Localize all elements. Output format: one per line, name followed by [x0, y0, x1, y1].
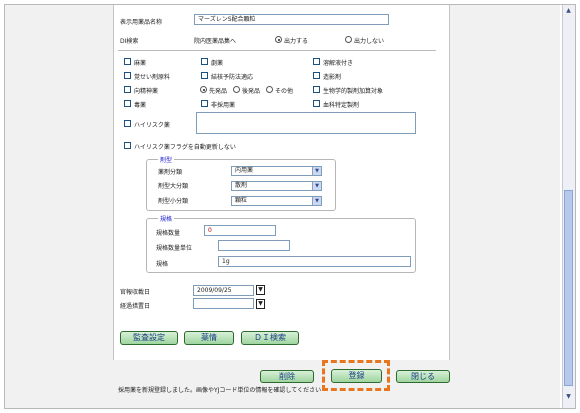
- calendar-dropdown-icon[interactable]: ▼: [256, 299, 265, 309]
- audit-settings-button[interactable]: 監査設定: [120, 331, 178, 345]
- contrast-label: 造影剤: [323, 74, 342, 81]
- dosage-class-value: 内用薬: [235, 167, 254, 174]
- spec-unit-input[interactable]: [218, 240, 290, 251]
- display-name-label: 表示用薬品名称: [120, 19, 163, 26]
- scrollbar-thumb[interactable]: [564, 190, 573, 386]
- spec-unit-label: 規格数量単位: [156, 245, 193, 252]
- dosage-major-select[interactable]: 散剤 ▼: [231, 181, 322, 191]
- poison-label: 毒薬: [134, 102, 147, 109]
- di-search-label: DI検索: [120, 38, 139, 45]
- dosage-major-value: 散剤: [235, 182, 248, 189]
- chevron-down-icon: ▼: [312, 197, 321, 205]
- checkbox-poison[interactable]: [124, 100, 131, 107]
- dosage-minor-value: 顆粒: [235, 197, 248, 204]
- checkbox-bio[interactable]: [313, 86, 320, 93]
- calendar-dropdown-icon[interactable]: ▼: [256, 285, 265, 295]
- checkbox-contrast[interactable]: [313, 72, 320, 79]
- dosage-legend: 剤型: [158, 155, 175, 164]
- auto-flag-label: ハイリスク薬フラグを自動更新しない: [134, 144, 236, 151]
- powerful-label: 劇薬: [211, 60, 224, 67]
- checkbox-stimulant[interactable]: [124, 72, 131, 79]
- checkbox-external[interactable]: [201, 100, 208, 107]
- high-risk-label: ハイリスク薬: [134, 122, 170, 129]
- drug-info-button[interactable]: 薬情: [184, 331, 234, 345]
- dissolve-label: 溶解液付き: [323, 60, 354, 67]
- external-label: 非採用薬: [211, 102, 236, 109]
- delete-button[interactable]: 削除: [260, 370, 314, 383]
- chevron-down-icon: ▼: [312, 182, 321, 190]
- spec-qty-label: 規格数量: [156, 230, 181, 237]
- display-name-input[interactable]: マーズレンS配合顆粒: [194, 14, 389, 25]
- stimulant-label: 覚せい剤原料: [134, 74, 171, 81]
- register-highlight-frame: [322, 360, 390, 391]
- radio-output-label: 出力する: [284, 38, 309, 45]
- dosage-minor-label: 剤型小分類: [158, 198, 189, 205]
- radio-no-output-label: 出力しない: [354, 38, 385, 45]
- checkbox-mark[interactable]: [201, 72, 208, 79]
- scroll-down-icon[interactable]: ▼: [563, 392, 574, 402]
- high-risk-note-area[interactable]: [196, 112, 416, 134]
- checkbox-auto-flag[interactable]: [124, 142, 131, 149]
- checkbox-narcotic[interactable]: [124, 58, 131, 65]
- checkbox-powerful[interactable]: [201, 58, 208, 65]
- narcotic-label: 麻薬: [134, 60, 147, 67]
- spec-input[interactable]: 1g: [218, 256, 411, 267]
- mark-label: 結核予防法適応: [211, 74, 254, 81]
- di-search-desc: 院内医薬品集へ: [194, 38, 237, 45]
- dosage-class-label: 薬剤分類: [158, 169, 183, 176]
- radio-output[interactable]: [275, 36, 282, 43]
- psychotropic-label: 向精神薬: [134, 88, 159, 95]
- dosage-class-select[interactable]: 内用薬 ▼: [231, 166, 322, 176]
- di-search-button[interactable]: ＤＩ検索: [241, 331, 299, 345]
- radio-first-label: 先発品: [209, 88, 228, 95]
- spec-label: 規格: [156, 261, 169, 268]
- dosage-major-label: 剤型大分類: [158, 183, 189, 190]
- price-date-input[interactable]: 2009/09/25: [193, 285, 254, 296]
- dosage-minor-select[interactable]: 顆粒 ▼: [231, 196, 322, 206]
- checkbox-dissolve[interactable]: [313, 58, 320, 65]
- radio-no-output[interactable]: [345, 36, 352, 43]
- chevron-down-icon: ▼: [312, 167, 321, 175]
- checkbox-high-risk[interactable]: [124, 120, 131, 127]
- close-button[interactable]: 閉じる: [396, 370, 450, 383]
- radio-other-label: その他: [275, 88, 294, 95]
- radio-first[interactable]: [200, 86, 207, 93]
- price-date-label: 官報収載日: [120, 289, 151, 296]
- checkbox-blood[interactable]: [313, 100, 320, 107]
- blood-label: 血科特定製剤: [323, 102, 360, 109]
- transition-date-label: 経過措置日: [120, 303, 151, 310]
- radio-generic-label: 後発品: [242, 88, 261, 95]
- checkbox-psychotropic[interactable]: [124, 86, 131, 93]
- section-divider: [118, 50, 436, 51]
- spec-qty-input[interactable]: 0: [204, 225, 276, 236]
- radio-generic[interactable]: [233, 86, 240, 93]
- spec-legend: 規格: [158, 214, 175, 223]
- transition-date-input[interactable]: [193, 298, 254, 309]
- scroll-up-icon[interactable]: ▲: [563, 6, 574, 16]
- radio-other[interactable]: [266, 86, 273, 93]
- bio-label: 生物学的製剤加算対象: [323, 88, 384, 95]
- status-message: 採用薬を新規登録しました。画像やYJコード単位の情報を確認してください: [118, 387, 322, 394]
